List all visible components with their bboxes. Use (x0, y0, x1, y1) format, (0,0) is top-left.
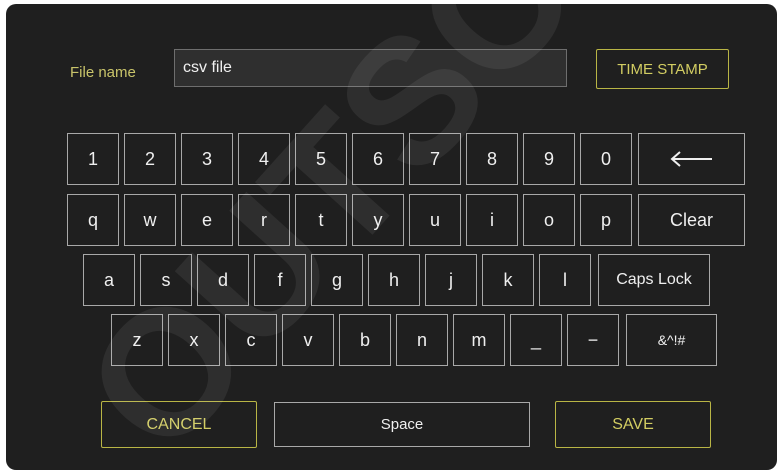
symbols-button[interactable]: &^!# (626, 314, 717, 366)
cancel-button[interactable]: CANCEL (101, 401, 257, 448)
key-i[interactable]: i (466, 194, 518, 246)
key-9[interactable]: 9 (523, 133, 575, 185)
time-stamp-button[interactable]: TIME STAMP (596, 49, 729, 89)
key-e[interactable]: e (181, 194, 233, 246)
key-t[interactable]: t (295, 194, 347, 246)
clear-button[interactable]: Clear (638, 194, 745, 246)
key-c[interactable]: c (225, 314, 277, 366)
backspace-button[interactable] (638, 133, 745, 185)
key-p[interactable]: p (580, 194, 632, 246)
save-button[interactable]: SAVE (555, 401, 711, 448)
key-w[interactable]: w (124, 194, 176, 246)
key-f[interactable]: f (254, 254, 306, 306)
file-name-input[interactable] (174, 49, 567, 87)
key-y[interactable]: y (352, 194, 404, 246)
key-5[interactable]: 5 (295, 133, 347, 185)
key-r[interactable]: r (238, 194, 290, 246)
key-s[interactable]: s (140, 254, 192, 306)
space-button[interactable]: Space (274, 402, 530, 447)
key-8[interactable]: 8 (466, 133, 518, 185)
key-minus[interactable]: − (567, 314, 619, 366)
key-x[interactable]: x (168, 314, 220, 366)
key-v[interactable]: v (282, 314, 334, 366)
key-3[interactable]: 3 (181, 133, 233, 185)
caps-lock-button[interactable]: Caps Lock (598, 254, 710, 306)
key-7[interactable]: 7 (409, 133, 461, 185)
key-n[interactable]: n (396, 314, 448, 366)
key-o[interactable]: o (523, 194, 575, 246)
key-q[interactable]: q (67, 194, 119, 246)
key-m[interactable]: m (453, 314, 505, 366)
key-l[interactable]: l (539, 254, 591, 306)
key-b[interactable]: b (339, 314, 391, 366)
key-u[interactable]: u (409, 194, 461, 246)
key-4[interactable]: 4 (238, 133, 290, 185)
key-1[interactable]: 1 (67, 133, 119, 185)
key-h[interactable]: h (368, 254, 420, 306)
key-2[interactable]: 2 (124, 133, 176, 185)
key-j[interactable]: j (425, 254, 477, 306)
key-0[interactable]: 0 (580, 133, 632, 185)
key-z[interactable]: z (111, 314, 163, 366)
key-underscore[interactable]: _ (510, 314, 562, 366)
key-d[interactable]: d (197, 254, 249, 306)
key-g[interactable]: g (311, 254, 363, 306)
backspace-arrow-icon (669, 151, 712, 167)
keyboard-dialog: File name TIME STAMP 1 2 3 4 5 6 7 8 9 0… (6, 4, 777, 470)
file-name-label: File name (70, 64, 136, 81)
key-k[interactable]: k (482, 254, 534, 306)
key-6[interactable]: 6 (352, 133, 404, 185)
key-a[interactable]: a (83, 254, 135, 306)
